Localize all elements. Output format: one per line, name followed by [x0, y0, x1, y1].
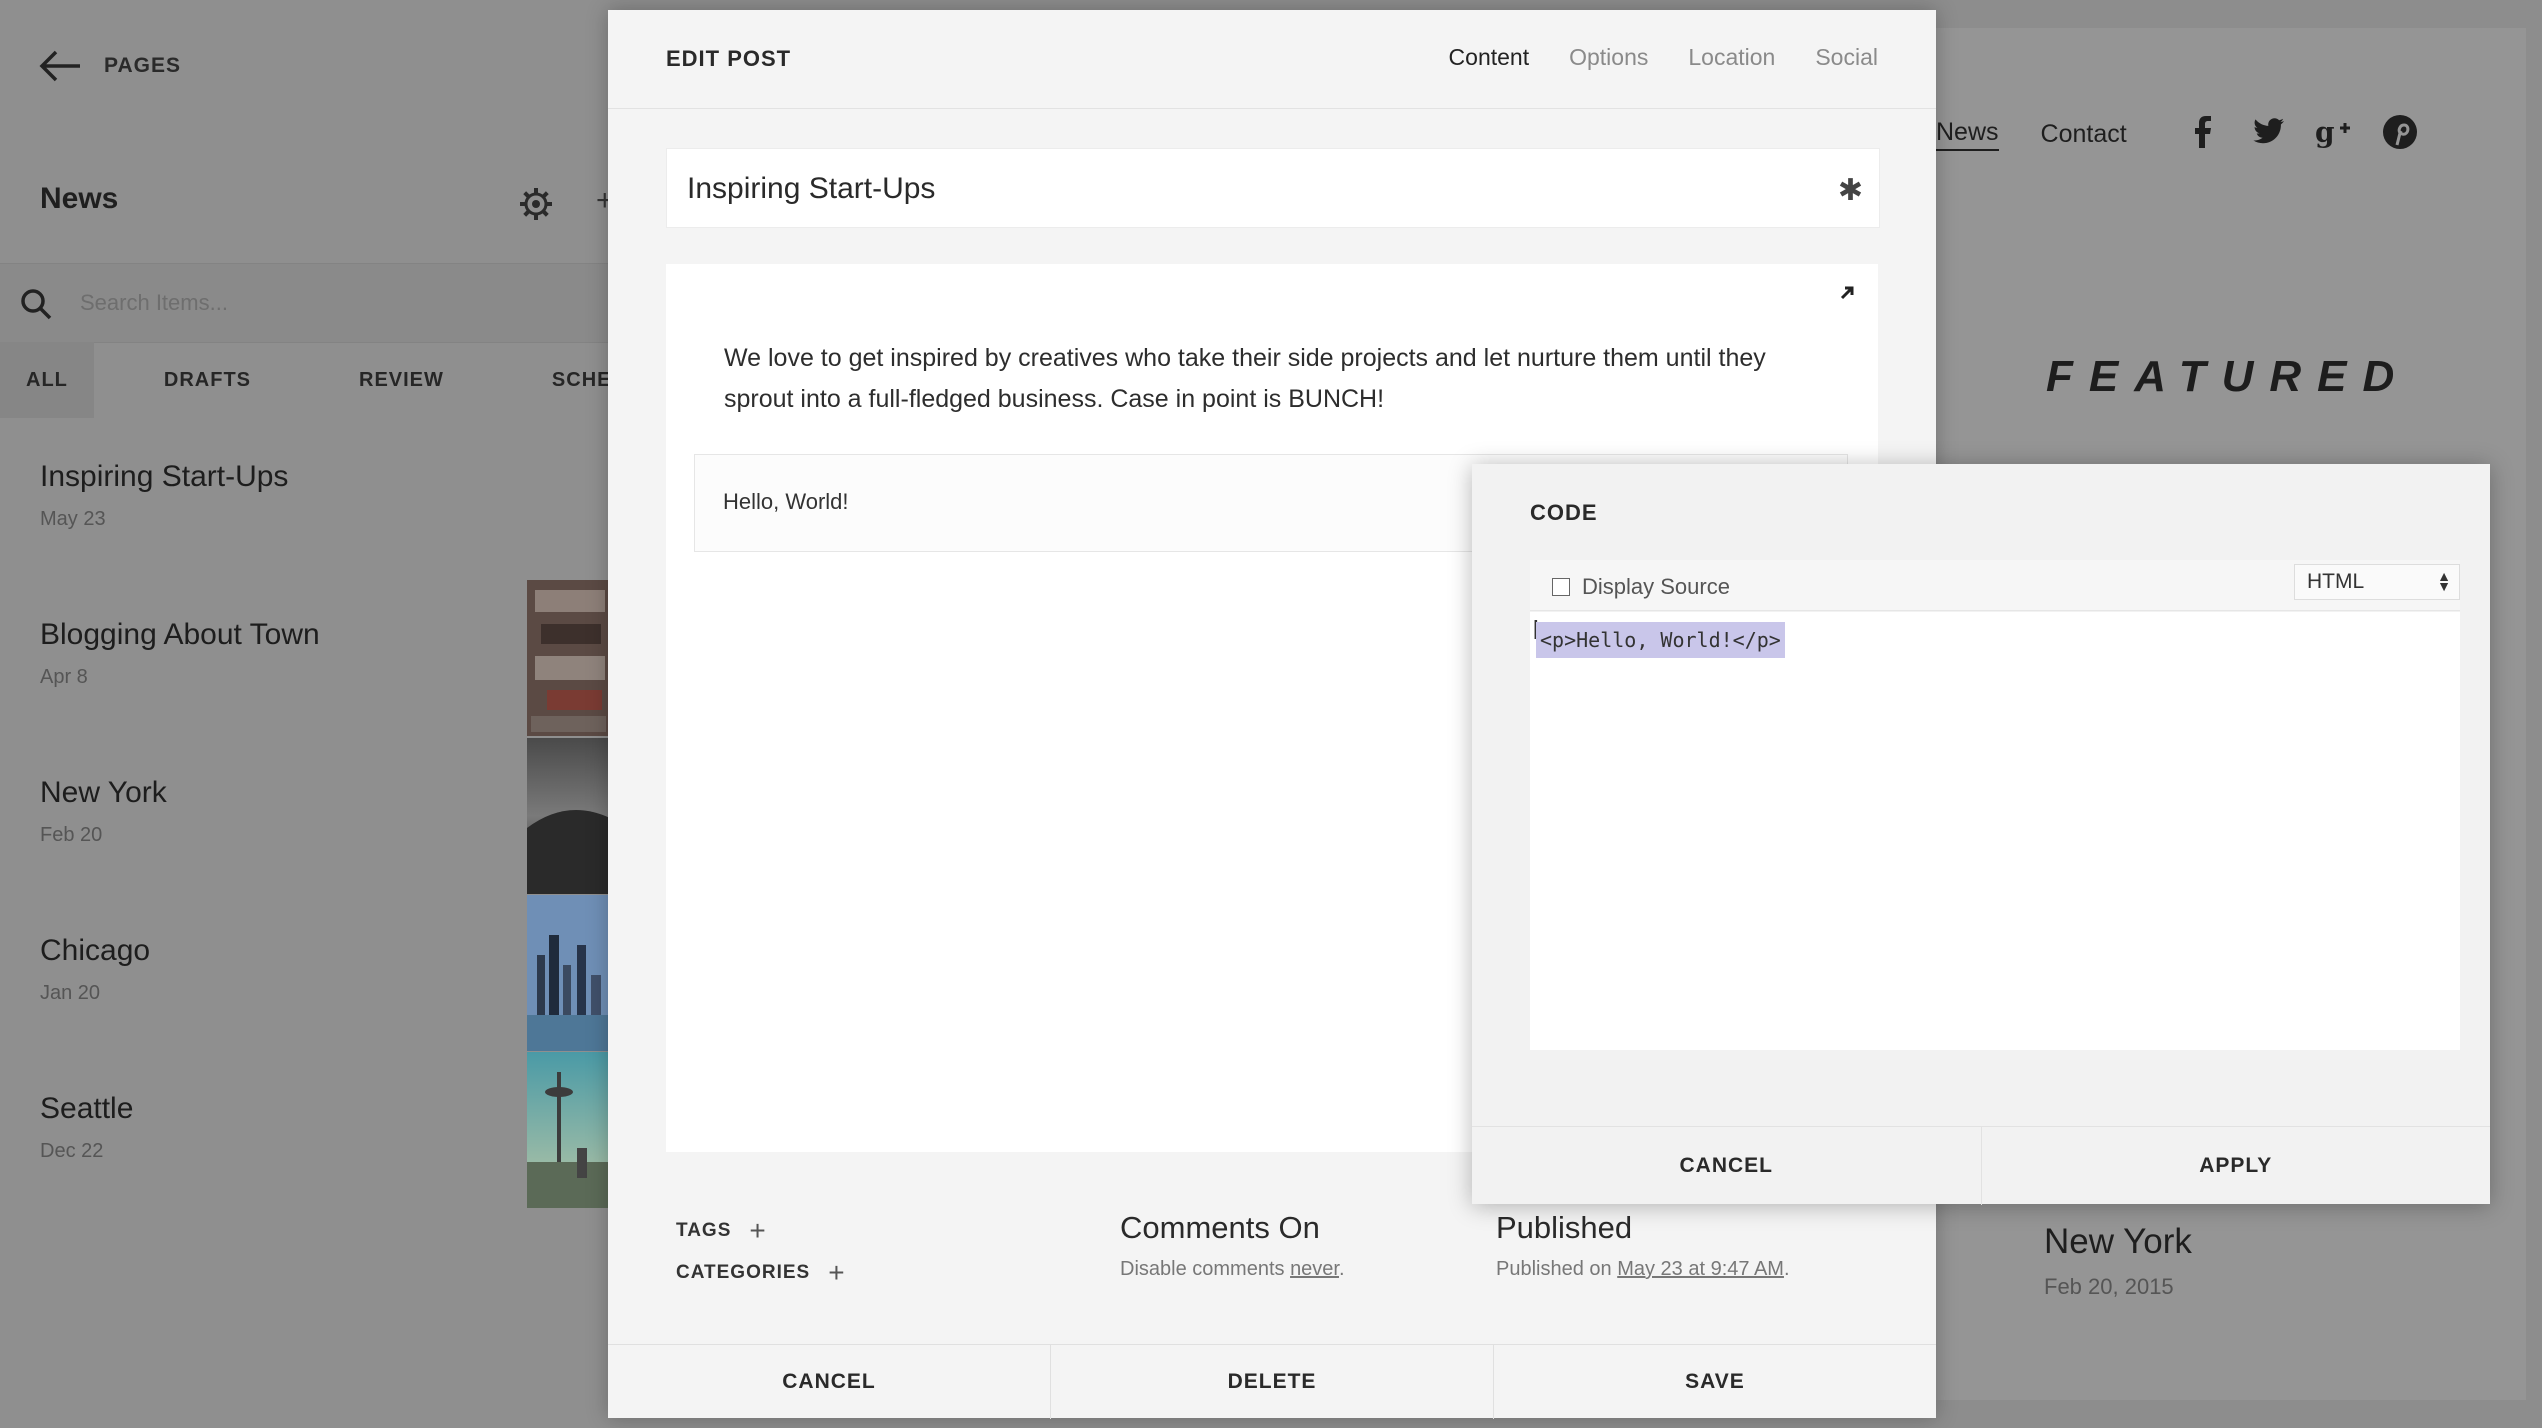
save-button[interactable]: SAVE	[1494, 1345, 1936, 1419]
add-tag-icon[interactable]: +	[749, 1217, 766, 1245]
tags-label: TAGS	[676, 1220, 732, 1241]
dialog-title: EDIT POST	[666, 46, 792, 71]
list-item[interactable]: Seattle Dec 22	[40, 1092, 133, 1163]
select-arrows-icon: ▲ ▼	[2437, 568, 2451, 594]
post-thumbnail	[527, 1052, 610, 1208]
apply-button[interactable]: APPLY	[1982, 1127, 2491, 1205]
code-dialog-title: CODE	[1530, 500, 1598, 525]
checkbox-icon[interactable]	[1552, 578, 1570, 596]
site-post-preview[interactable]: New York Feb 20, 2015	[2044, 1222, 2192, 1300]
gear-icon[interactable]	[518, 186, 554, 222]
post-date: Dec 22	[40, 1140, 104, 1162]
code-dialog: CODE Display Source HTML ▲▼ I <p>Hello, …	[1472, 464, 2490, 1205]
back-to-pages-link[interactable]: PAGES	[38, 48, 181, 84]
edit-post-tabs: Content Options Location Social	[1449, 44, 1878, 71]
publish-subtext: Published on May 23 at 9:47 AM.	[1496, 1258, 1790, 1280]
post-title: Inspiring Start-Ups	[40, 460, 289, 493]
site-post-date: Feb 20, 2015	[2044, 1274, 2174, 1299]
display-source-label: Display Source	[1582, 574, 1730, 599]
code-mode-select[interactable]: HTML ▲ ▼	[2294, 564, 2460, 600]
site-nav-news[interactable]: News	[1936, 118, 1999, 151]
site-nav: News Contact	[1936, 118, 2169, 151]
post-title: Seattle	[40, 1092, 134, 1125]
code-cancel-button[interactable]: CANCEL	[1472, 1127, 1982, 1205]
list-item[interactable]: New York Feb 20	[40, 776, 167, 847]
publish-status: Published Published on May 23 at 9:47 AM…	[1496, 1210, 1790, 1281]
post-title-field: ✱	[666, 148, 1880, 228]
tab-social[interactable]: Social	[1815, 44, 1878, 71]
tab-location[interactable]: Location	[1688, 44, 1775, 71]
featured-heading: FEATURED	[2046, 352, 2411, 401]
filter-tabs: ALL DRAFTS REVIEW SCHEDUL	[0, 342, 682, 418]
arrow-left-icon	[39, 50, 80, 82]
code-editor[interactable]: I <p>Hello, World!</p>	[1530, 612, 2460, 1050]
post-thumbnail	[527, 580, 610, 736]
post-date: May 23	[40, 508, 106, 530]
publish-date-link[interactable]: May 23 at 9:47 AM	[1617, 1258, 1784, 1280]
site-nav-contact[interactable]: Contact	[2041, 120, 2127, 149]
site-post-title: New York	[2044, 1222, 2192, 1261]
list-item[interactable]: Blogging About Town Apr 8	[40, 618, 320, 689]
search-icon	[21, 289, 52, 320]
code-mode-value: HTML	[2307, 570, 2365, 593]
edit-post-header: EDIT POST Content Options Location Socia…	[608, 10, 1936, 109]
comments-status: Comments On Disable comments never.	[1120, 1210, 1345, 1281]
comments-subtext: Disable comments never.	[1120, 1258, 1345, 1280]
post-date: Feb 20	[40, 824, 103, 846]
list-item[interactable]: Inspiring Start-Ups May 23	[40, 460, 288, 531]
comments-heading: Comments On	[1120, 1210, 1320, 1245]
required-asterisk-icon: ✱	[1837, 174, 1863, 207]
code-block-text: Hello, World!	[723, 489, 849, 514]
post-thumbnail	[527, 738, 610, 894]
delete-button[interactable]: DELETE	[1051, 1345, 1494, 1419]
display-source-checkbox[interactable]: Display Source	[1552, 574, 1730, 600]
tab-options[interactable]: Options	[1569, 44, 1648, 71]
post-date: Apr 8	[40, 666, 88, 688]
collection-title: News	[40, 182, 119, 215]
post-title-input[interactable]	[685, 163, 1789, 215]
post-title: Blogging About Town	[40, 618, 320, 651]
facebook-icon[interactable]	[2182, 112, 2222, 152]
comments-never-link[interactable]: never	[1290, 1258, 1339, 1280]
list-item[interactable]: Chicago Jan 20	[40, 934, 150, 1005]
pinterest-icon[interactable]	[2380, 112, 2420, 152]
edit-post-footer: CANCEL DELETE SAVE	[608, 1344, 1936, 1419]
post-thumbnail	[527, 895, 610, 1051]
twitter-icon[interactable]	[2248, 112, 2288, 152]
pages-label: PAGES	[104, 54, 181, 77]
post-title: New York	[40, 776, 167, 809]
post-body-text[interactable]: We love to get inspired by creatives who…	[724, 338, 1784, 420]
filter-tab-review[interactable]: REVIEW	[333, 342, 470, 418]
expand-icon[interactable]	[1836, 282, 1858, 304]
code-toolbar: Display Source HTML ▲ ▼	[1530, 560, 2460, 611]
publish-heading: Published	[1496, 1210, 1633, 1245]
svg-text:g: g	[2315, 116, 2335, 149]
add-category-icon[interactable]: +	[828, 1259, 845, 1287]
cancel-button[interactable]: CANCEL	[608, 1345, 1051, 1419]
filter-tab-all[interactable]: ALL	[0, 342, 94, 418]
google-plus-icon[interactable]: g	[2314, 112, 2354, 152]
tags-control[interactable]: TAGS +	[676, 1217, 767, 1245]
pages-panel: PAGES News + ALL DRAFTS REVIEW SCHEDUL I…	[0, 0, 655, 1428]
post-title: Chicago	[40, 934, 151, 967]
categories-label: CATEGORIES	[676, 1262, 811, 1283]
categories-control[interactable]: CATEGORIES +	[676, 1259, 846, 1287]
code-text[interactable]: <p>Hello, World!</p>	[1536, 622, 1785, 658]
search-bar	[0, 263, 610, 343]
tab-content[interactable]: Content	[1449, 44, 1530, 71]
search-input[interactable]	[78, 282, 582, 324]
post-meta: TAGS + CATEGORIES + Comments On Disable …	[608, 1200, 1936, 1330]
code-dialog-footer: CANCEL APPLY	[1472, 1126, 2490, 1205]
filter-tab-drafts[interactable]: DRAFTS	[138, 342, 277, 418]
social-icons: g	[2182, 112, 2420, 152]
post-date: Jan 20	[40, 982, 101, 1004]
